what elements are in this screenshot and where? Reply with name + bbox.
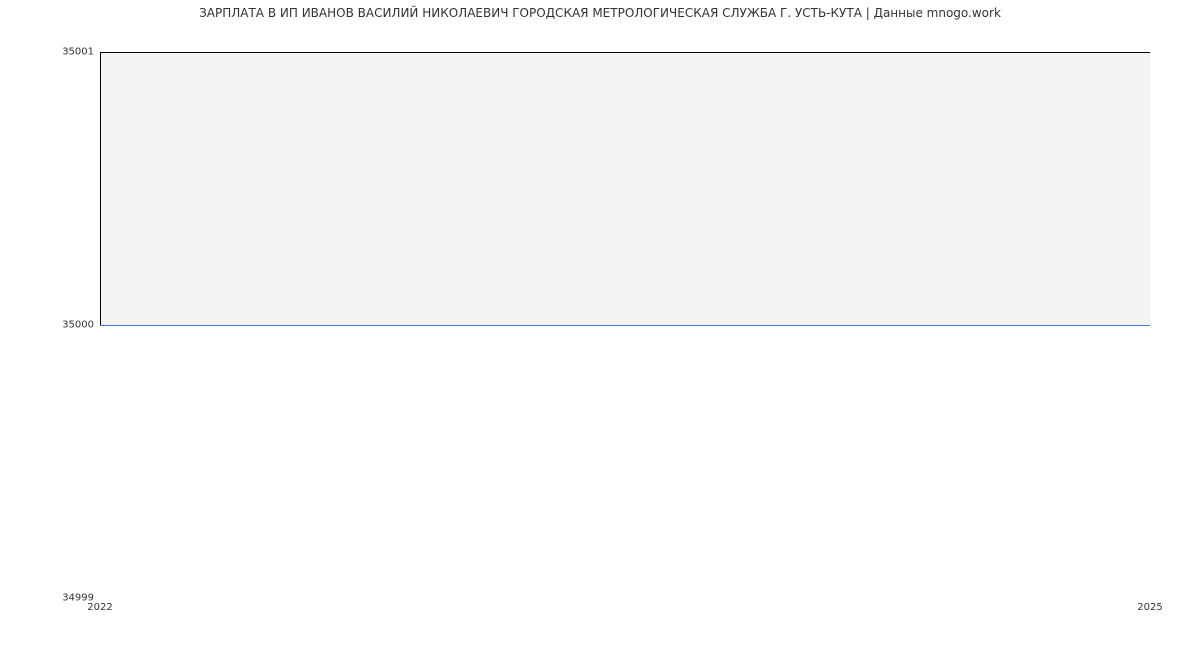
data-line [100, 325, 1150, 326]
plot-background-upper [100, 52, 1150, 325]
y-tick-top: 35001 [4, 47, 94, 58]
x-tick-left: 2022 [87, 602, 112, 613]
chart-container: ЗАРПЛАТА В ИП ИВАНОВ ВАСИЛИЙ НИКОЛАЕВИЧ … [0, 0, 1200, 650]
chart-title: ЗАРПЛАТА В ИП ИВАНОВ ВАСИЛИЙ НИКОЛАЕВИЧ … [0, 6, 1200, 20]
plot-area [100, 52, 1150, 598]
y-tick-mid: 35000 [4, 320, 94, 331]
y-tick-bot: 34999 [4, 593, 94, 604]
x-tick-right: 2025 [1137, 602, 1162, 613]
